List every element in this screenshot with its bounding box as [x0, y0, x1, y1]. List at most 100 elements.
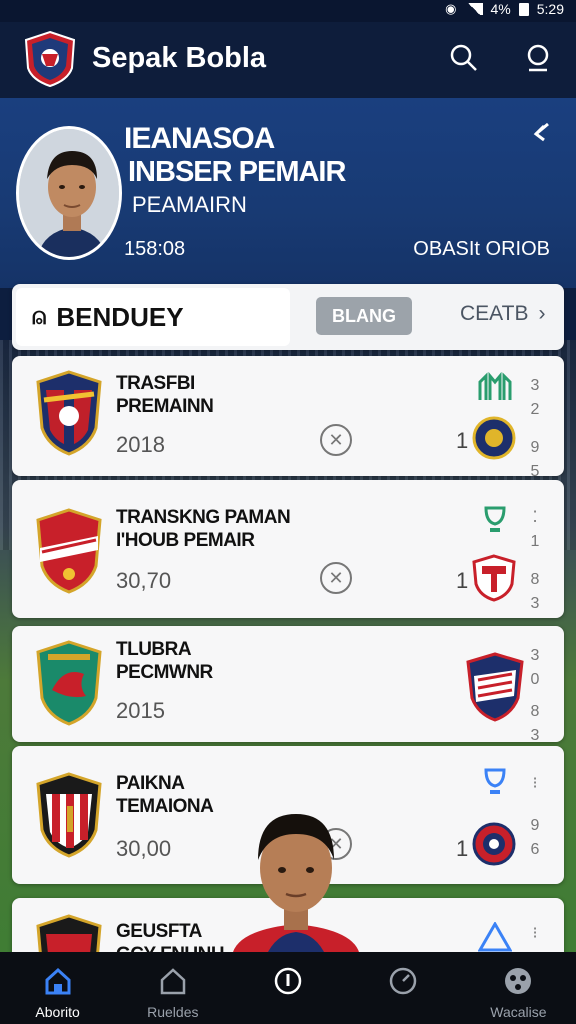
battery-icon	[518, 2, 529, 16]
hero-time: 158:08	[124, 238, 186, 260]
filter-chip[interactable]: BLANG	[316, 297, 412, 335]
nav-home[interactable]: Aborito	[0, 952, 115, 1024]
transfer-card[interactable]: TLUBRA PECMWNR 2015 3 0 8 3	[12, 626, 564, 744]
collapse-button[interactable]	[526, 118, 556, 148]
title-line: TLUBRA	[116, 639, 192, 660]
title-line: GEUSFTA	[116, 921, 202, 942]
wifi-icon: ◉	[445, 1, 457, 16]
home-icon	[43, 966, 73, 996]
card-side-values: ⁝ 9 6	[528, 772, 542, 862]
nav-results[interactable]: Rueldes	[115, 952, 230, 1024]
trophy-icon	[484, 768, 506, 794]
hero-title-line2: INBSER PEMAIR	[128, 156, 346, 188]
swap-icon[interactable]: ✕	[320, 562, 352, 594]
side-value: 9	[530, 439, 540, 456]
side-value: ⁚	[532, 509, 538, 526]
side-value: ⁝	[532, 775, 538, 792]
side-value: 0	[530, 671, 540, 688]
card-side-values: 3 0 8 3	[528, 644, 542, 748]
hero-right-text: OBASIt ORIOB	[413, 238, 550, 260]
transfer-title: PAIKNA TEMAIONA	[116, 772, 214, 818]
app-title: Sepak Bobla	[92, 42, 267, 74]
club-crest-icon	[36, 640, 102, 726]
club-crest-icon	[36, 508, 102, 594]
bottom-navigation: Aborito Rueldes Wacalise	[0, 952, 576, 1024]
nav-schedule[interactable]	[230, 952, 345, 1024]
opponent-crest-icon	[472, 822, 516, 866]
transfer-year: 30,70	[116, 568, 172, 593]
battery-percent: 4%	[490, 1, 511, 17]
chevron-right-icon: ›	[538, 302, 546, 325]
search-button[interactable]	[444, 38, 484, 78]
title-line: TRASFBI	[116, 373, 195, 394]
side-value: 1	[530, 533, 540, 550]
side-value: 9	[530, 817, 540, 834]
hero-title-line1: IEANASOA	[124, 122, 275, 155]
player-portrait	[19, 129, 119, 257]
player-photo	[232, 814, 360, 956]
stadium-icon	[478, 372, 512, 400]
transfer-title: TLUBRA PECMWNR	[116, 638, 213, 684]
card-side-values: ⁚ 1 8 3	[528, 506, 542, 616]
transfer-count: 1	[456, 428, 469, 453]
side-value: 8	[530, 703, 540, 720]
opponent-crest-icon	[472, 554, 516, 602]
chevron-icon	[533, 122, 549, 142]
transfer-year: 2018	[116, 432, 165, 457]
swap-icon[interactable]: ✕	[320, 424, 352, 456]
club-crest-icon	[36, 370, 102, 456]
side-value: ⁝	[532, 925, 538, 942]
title-line: TRANSKNG PAMAN	[116, 507, 291, 528]
title-line: TEMAIONA	[116, 796, 214, 817]
transfer-card[interactable]: TRANSKNG PAMAN I'HOUB PEMAIR 30,70 ✕ 1 ⁚…	[12, 480, 564, 618]
nav-label: Rueldes	[147, 1004, 199, 1020]
filter-bar: ⍝ BENDUEY BLANG CEATB ›	[12, 284, 564, 350]
ball-icon	[503, 966, 533, 996]
nav-label: Aborito	[35, 1004, 80, 1020]
opponent-crest-icon	[472, 416, 516, 460]
card-side-values: 3 2 9 5	[528, 374, 542, 484]
title-line: PREMAINN	[116, 396, 214, 417]
status-time: 5:29	[536, 1, 564, 17]
search-icon	[450, 44, 477, 71]
app-header: Sepak Bobla	[0, 22, 576, 98]
transfer-count: 1	[456, 568, 469, 593]
transfer-count: 1	[456, 836, 469, 861]
hero-banner: IEANASOA INBSER PEMAIR PEAMAIRN 158:08 O…	[0, 98, 576, 288]
side-value: 3	[530, 595, 540, 612]
side-value: 6	[530, 841, 540, 858]
signal-icon	[464, 3, 483, 15]
nav-profile[interactable]: Wacalise	[461, 952, 576, 1024]
title-line: I'HOUB PEMAIR	[116, 530, 255, 551]
person-icon: ⍝	[32, 303, 47, 330]
app-logo	[24, 30, 76, 88]
status-bar: ◉ 4% 5:29	[0, 0, 576, 22]
profile-button[interactable]	[518, 38, 558, 78]
title-line: PAIKNA	[116, 773, 185, 794]
home-outline-icon	[158, 966, 188, 996]
clock-icon	[273, 966, 303, 996]
hero-subtitle: PEAMAIRN	[132, 192, 247, 217]
side-value: 3	[530, 377, 540, 394]
transfer-title: TRASFBI PREMAINN	[116, 372, 214, 418]
side-value: 8	[530, 571, 540, 588]
transfer-year: 30,00	[116, 836, 172, 861]
nav-label: Wacalise	[490, 1004, 547, 1020]
club-crest-icon	[36, 772, 102, 858]
timer-icon	[388, 966, 418, 996]
create-button[interactable]: CEATB ›	[460, 302, 545, 326]
side-value: 3	[530, 727, 540, 744]
transfer-year: 2015	[116, 698, 165, 723]
trophy-icon	[484, 506, 506, 532]
side-value: 2	[530, 401, 540, 418]
search-field[interactable]: ⍝ BENDUEY	[16, 288, 290, 346]
opponent-crest-icon	[466, 652, 524, 722]
transfer-title: TRANSKNG PAMAN I'HOUB PEMAIR	[116, 506, 291, 552]
transfer-card[interactable]: TRASFBI PREMAINN 2018 ✕ 1 3 2 9 5	[12, 356, 564, 480]
side-value: 3	[530, 647, 540, 664]
triangle-icon	[478, 922, 512, 952]
title-line: PECMWNR	[116, 662, 213, 683]
nav-live[interactable]	[346, 952, 461, 1024]
player-avatar[interactable]	[16, 126, 122, 260]
search-field-label: BENDUEY	[56, 301, 184, 332]
